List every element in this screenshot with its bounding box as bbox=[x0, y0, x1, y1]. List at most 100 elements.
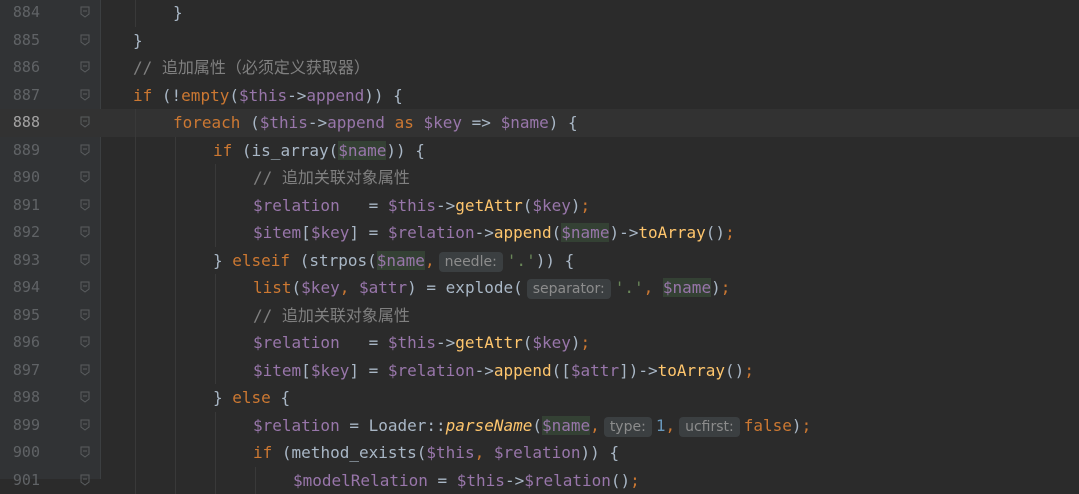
code-line[interactable]: 900 if (method_exists($this, $relation)) … bbox=[0, 439, 1079, 467]
fold-marker-icon[interactable] bbox=[80, 419, 90, 431]
code-line[interactable]: 895 // 追加关联对象属性 bbox=[0, 302, 1079, 330]
fold-marker-icon[interactable] bbox=[80, 89, 90, 101]
fold-marker-icon[interactable] bbox=[80, 281, 90, 293]
line-number[interactable]: 889 bbox=[0, 137, 40, 165]
code-token: () bbox=[611, 471, 630, 490]
code-line[interactable]: 887 if (!empty($this->append)) { bbox=[0, 82, 1079, 110]
code-line[interactable]: 889 if (is_array($name)) { bbox=[0, 137, 1079, 165]
code-line[interactable]: 901 $modelRelation = $this->$relation(); bbox=[0, 467, 1079, 494]
code-text[interactable]: $relation = $this->getAttr($key); bbox=[253, 329, 590, 357]
code-line[interactable]: 892 $item[$key] = $relation->append($name… bbox=[0, 219, 1079, 247]
fold-marker-icon[interactable] bbox=[80, 254, 90, 266]
code-text[interactable]: if (is_array($name)) { bbox=[213, 137, 425, 165]
line-number[interactable]: 885 bbox=[0, 27, 40, 55]
indent-guide bbox=[215, 164, 216, 192]
code-line[interactable]: 884} bbox=[0, 0, 1079, 27]
code-text[interactable]: foreach ($this->append as $key => $name)… bbox=[173, 109, 578, 137]
code-editor[interactable]: 884}885}886// 追加属性（必须定义获取器）887if (!empty… bbox=[0, 0, 1079, 479]
code-token: $relation bbox=[494, 443, 581, 462]
code-token: ) { bbox=[549, 113, 578, 132]
line-number[interactable]: 901 bbox=[0, 467, 40, 494]
line-number[interactable]: 891 bbox=[0, 192, 40, 220]
code-text[interactable]: $relation = Loader::parseName($name,type… bbox=[253, 412, 811, 442]
code-text[interactable]: $item[$key] = $relation->append([$attr])… bbox=[253, 357, 754, 385]
line-number[interactable]: 897 bbox=[0, 357, 40, 385]
fold-marker-icon[interactable] bbox=[80, 61, 90, 73]
code-token: append bbox=[306, 86, 364, 105]
fold-marker-icon[interactable] bbox=[80, 309, 90, 321]
fold-marker-icon[interactable] bbox=[80, 474, 90, 486]
line-number[interactable]: 887 bbox=[0, 82, 40, 110]
code-text[interactable]: } elseif (strpos($name,needle:'.')) { bbox=[213, 247, 574, 277]
fold-marker-icon[interactable] bbox=[80, 336, 90, 348]
fold-marker-icon[interactable] bbox=[80, 116, 90, 128]
code-token: ; bbox=[744, 361, 754, 380]
line-number[interactable]: 895 bbox=[0, 302, 40, 330]
line-number[interactable]: 893 bbox=[0, 247, 40, 275]
code-text[interactable]: } bbox=[173, 0, 183, 27]
code-token: ] = bbox=[349, 223, 388, 242]
code-token: $key bbox=[532, 333, 571, 352]
indent-guide bbox=[175, 164, 176, 192]
code-token: // 追加关联对象属性 bbox=[253, 168, 410, 187]
code-line[interactable]: 890 // 追加关联对象属性 bbox=[0, 164, 1079, 192]
line-number[interactable]: 896 bbox=[0, 329, 40, 357]
code-token: (strpos( bbox=[300, 251, 377, 270]
code-text[interactable]: // 追加属性（必须定义获取器） bbox=[133, 54, 370, 82]
indent-guide bbox=[135, 137, 136, 165]
code-text[interactable]: // 追加关联对象属性 bbox=[253, 164, 410, 192]
code-text[interactable]: $modelRelation = $this->$relation(); bbox=[293, 467, 640, 494]
code-token: $name bbox=[501, 113, 549, 132]
line-number[interactable]: 898 bbox=[0, 384, 40, 412]
line-number[interactable]: 894 bbox=[0, 274, 40, 302]
code-line[interactable]: 898 } else { bbox=[0, 384, 1079, 412]
fold-marker-icon[interactable] bbox=[80, 391, 90, 403]
code-token: , bbox=[665, 416, 675, 435]
code-token: $item bbox=[253, 361, 301, 380]
code-line[interactable]: 899 $relation = Loader::parseName($name,t… bbox=[0, 412, 1079, 440]
code-text[interactable]: list($key, $attr) = explode(separator:'.… bbox=[253, 274, 730, 304]
code-token: foreach bbox=[173, 113, 250, 132]
code-text[interactable]: $relation = $this->getAttr($key); bbox=[253, 192, 590, 220]
code-line[interactable]: 893 } elseif (strpos($name,needle:'.')) { bbox=[0, 247, 1079, 275]
code-token: => bbox=[472, 113, 501, 132]
code-text[interactable]: } else { bbox=[213, 384, 290, 412]
fold-marker-icon[interactable] bbox=[80, 446, 90, 458]
fold-marker-icon[interactable] bbox=[80, 34, 90, 46]
fold-marker-icon[interactable] bbox=[80, 6, 90, 18]
code-token: ; bbox=[802, 416, 812, 435]
code-line[interactable]: 888 foreach ($this->append as $key => $na… bbox=[0, 109, 1079, 137]
code-text[interactable]: $item[$key] = $relation->append($name)->… bbox=[253, 219, 735, 247]
code-line[interactable]: 891 $relation = $this->getAttr($key); bbox=[0, 192, 1079, 220]
fold-marker-icon[interactable] bbox=[80, 364, 90, 376]
code-text[interactable]: if (method_exists($this, $relation)) { bbox=[253, 439, 619, 467]
fold-marker-icon[interactable] bbox=[80, 226, 90, 238]
line-number[interactable]: 884 bbox=[0, 0, 40, 27]
code-line[interactable]: 886 // 追加属性（必须定义获取器） bbox=[0, 54, 1079, 82]
fold-marker-icon[interactable] bbox=[80, 144, 90, 156]
indent-guide bbox=[135, 329, 136, 357]
fold-marker-icon[interactable] bbox=[80, 199, 90, 211]
line-number[interactable]: 892 bbox=[0, 219, 40, 247]
line-number[interactable]: 900 bbox=[0, 439, 40, 467]
code-text[interactable]: } bbox=[133, 27, 143, 55]
line-number[interactable]: 890 bbox=[0, 164, 40, 192]
code-token: () bbox=[725, 361, 744, 380]
line-number[interactable]: 899 bbox=[0, 412, 40, 440]
indent-guide bbox=[215, 329, 216, 357]
line-number[interactable]: 888 bbox=[0, 109, 40, 137]
line-number[interactable]: 886 bbox=[0, 54, 40, 82]
code-token: (is_array( bbox=[242, 141, 338, 160]
code-line[interactable]: 896 $relation = $this->getAttr($key); bbox=[0, 329, 1079, 357]
code-token: getAttr bbox=[455, 196, 522, 215]
fold-marker-icon[interactable] bbox=[80, 171, 90, 183]
code-text[interactable]: if (!empty($this->append)) { bbox=[133, 82, 403, 110]
code-line[interactable]: 894 list($key, $attr) = explode(separator… bbox=[0, 274, 1079, 302]
code-line[interactable]: 885} bbox=[0, 27, 1079, 55]
code-token: ; bbox=[721, 278, 731, 297]
code-text[interactable]: // 追加关联对象属性 bbox=[253, 302, 410, 330]
code-token: , bbox=[340, 278, 359, 297]
code-token: $this bbox=[260, 113, 308, 132]
code-line[interactable]: 897 $item[$key] = $relation->append([$att… bbox=[0, 357, 1079, 385]
indent-guide bbox=[175, 467, 176, 494]
